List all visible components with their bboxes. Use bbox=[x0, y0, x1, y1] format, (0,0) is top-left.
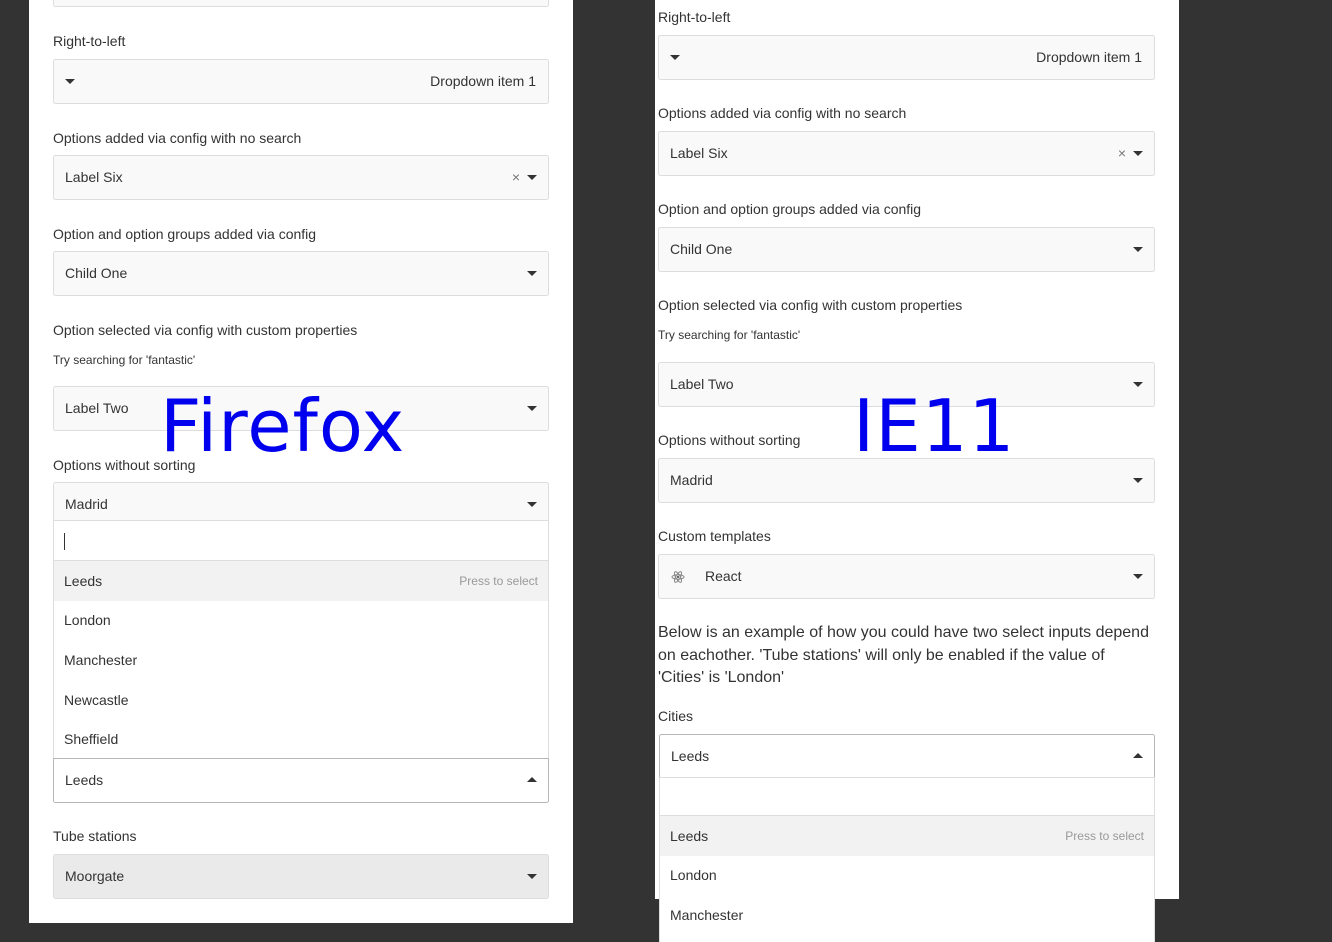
no-search-select[interactable]: Label Six × bbox=[658, 131, 1155, 176]
cities-label: Cities bbox=[658, 708, 694, 724]
custom-props-label: Option selected via config with custom p… bbox=[53, 322, 358, 338]
no-sorting-select-value: Madrid bbox=[670, 472, 713, 488]
chevron-down-icon bbox=[527, 175, 537, 180]
groups-select[interactable]: Child One bbox=[53, 251, 549, 296]
dropdown-option[interactable]: Leeds Press to select bbox=[54, 561, 548, 601]
cities-select[interactable]: Leeds bbox=[659, 734, 1155, 779]
rtl-select[interactable]: Dropdown item 1 bbox=[53, 59, 549, 104]
rtl-select-value: Dropdown item 1 bbox=[430, 73, 536, 89]
chevron-up-icon bbox=[527, 777, 537, 782]
option-label: Leeds bbox=[670, 828, 709, 844]
tube-select-value: Moorgate bbox=[65, 868, 125, 884]
cities-select-value: Leeds bbox=[671, 748, 710, 764]
option-label: Sheffield bbox=[64, 731, 119, 747]
rtl-label: Right-to-left bbox=[658, 9, 731, 25]
chevron-down-icon bbox=[65, 79, 75, 84]
option-label: London bbox=[64, 612, 111, 628]
option-label: Leeds bbox=[64, 573, 103, 589]
chevron-down-icon bbox=[1133, 574, 1143, 579]
option-label: London bbox=[670, 867, 717, 883]
press-to-select-hint: Press to select bbox=[1065, 829, 1144, 843]
custom-props-select-value: Label Two bbox=[65, 400, 129, 416]
dropdown-search-input[interactable] bbox=[54, 521, 548, 561]
custom-props-hint: Try searching for 'fantastic' bbox=[658, 328, 801, 342]
description-line: on eachother. 'Tube stations' will only … bbox=[658, 646, 1105, 664]
groups-select-value: Child One bbox=[670, 241, 733, 257]
no-search-select-value: Label Six bbox=[670, 145, 728, 161]
chevron-down-icon bbox=[527, 271, 537, 276]
cities-dropdown: Leeds Press to select London Manchester … bbox=[53, 520, 549, 759]
chevron-down-icon bbox=[1133, 247, 1143, 252]
custom-props-select-value: Label Two bbox=[670, 376, 734, 392]
cities-select[interactable]: Leeds bbox=[53, 758, 549, 803]
no-search-label: Options added via config with no search bbox=[658, 105, 907, 121]
custom-templates-label: Custom templates bbox=[658, 528, 771, 544]
rtl-label: Right-to-left bbox=[53, 33, 126, 49]
dropdown-option[interactable]: Manchester bbox=[660, 895, 1154, 935]
react-icon bbox=[671, 571, 685, 583]
groups-label: Option and option groups added via confi… bbox=[658, 201, 922, 217]
chevron-down-icon bbox=[527, 874, 537, 879]
custom-props-hint: Try searching for 'fantastic' bbox=[53, 353, 196, 367]
dropdown-option[interactable]: Sheffield bbox=[54, 719, 548, 759]
chevron-down-icon bbox=[1133, 382, 1143, 387]
ie11-watermark: IE11 bbox=[853, 384, 1016, 468]
remove-item-icon[interactable]: × bbox=[512, 156, 520, 199]
option-label: Newcastle bbox=[64, 692, 129, 708]
press-to-select-hint: Press to select bbox=[459, 574, 538, 588]
dependent-selects-description: Below is an example of how you could hav… bbox=[658, 622, 1168, 690]
dropdown-option[interactable]: Newcastle bbox=[54, 680, 548, 720]
previous-select[interactable] bbox=[53, 0, 549, 7]
chevron-down-icon bbox=[527, 406, 537, 411]
chevron-down-icon bbox=[1133, 478, 1143, 483]
groups-label: Option and option groups added via confi… bbox=[53, 226, 317, 242]
rtl-select[interactable]: Dropdown item 1 bbox=[658, 35, 1155, 80]
custom-templates-select[interactable]: React bbox=[658, 554, 1155, 599]
description-line: Below is an example of how you could hav… bbox=[658, 624, 1149, 641]
no-search-label: Options added via config with no search bbox=[53, 130, 302, 146]
rtl-select-value: Dropdown item 1 bbox=[1036, 49, 1142, 65]
remove-item-icon[interactable]: × bbox=[1118, 132, 1126, 175]
ie11-cities-dropdown: Leeds Press to select London Manchester bbox=[659, 777, 1155, 942]
dropdown-search-input[interactable] bbox=[660, 778, 1154, 816]
chevron-down-icon bbox=[670, 55, 680, 60]
no-sorting-label: Options without sorting bbox=[658, 432, 801, 448]
option-label: Manchester bbox=[64, 652, 138, 668]
custom-props-label: Option selected via config with custom p… bbox=[658, 297, 963, 313]
tube-label: Tube stations bbox=[53, 828, 137, 844]
groups-select-value: Child One bbox=[65, 265, 128, 281]
chevron-up-icon bbox=[1133, 753, 1143, 758]
custom-templates-select-value: React bbox=[705, 568, 742, 584]
tube-select[interactable]: Moorgate bbox=[53, 854, 549, 899]
dropdown-option[interactable]: Leeds Press to select bbox=[660, 816, 1154, 856]
chevron-down-icon bbox=[1133, 151, 1143, 156]
dropdown-option[interactable]: Manchester bbox=[54, 640, 548, 680]
option-label: Manchester bbox=[670, 907, 744, 923]
groups-select[interactable]: Child One bbox=[658, 227, 1155, 272]
text-cursor bbox=[64, 533, 65, 550]
description-line: 'Cities' is 'London' bbox=[658, 669, 785, 686]
cities-select-value: Leeds bbox=[65, 772, 104, 788]
chevron-down-icon bbox=[527, 502, 537, 507]
no-search-select-value: Label Six bbox=[65, 169, 123, 185]
firefox-watermark: Firefox bbox=[160, 384, 406, 468]
dropdown-option[interactable]: London bbox=[660, 855, 1154, 895]
no-search-select[interactable]: Label Six × bbox=[53, 155, 549, 200]
dropdown-option[interactable]: London bbox=[54, 600, 548, 640]
